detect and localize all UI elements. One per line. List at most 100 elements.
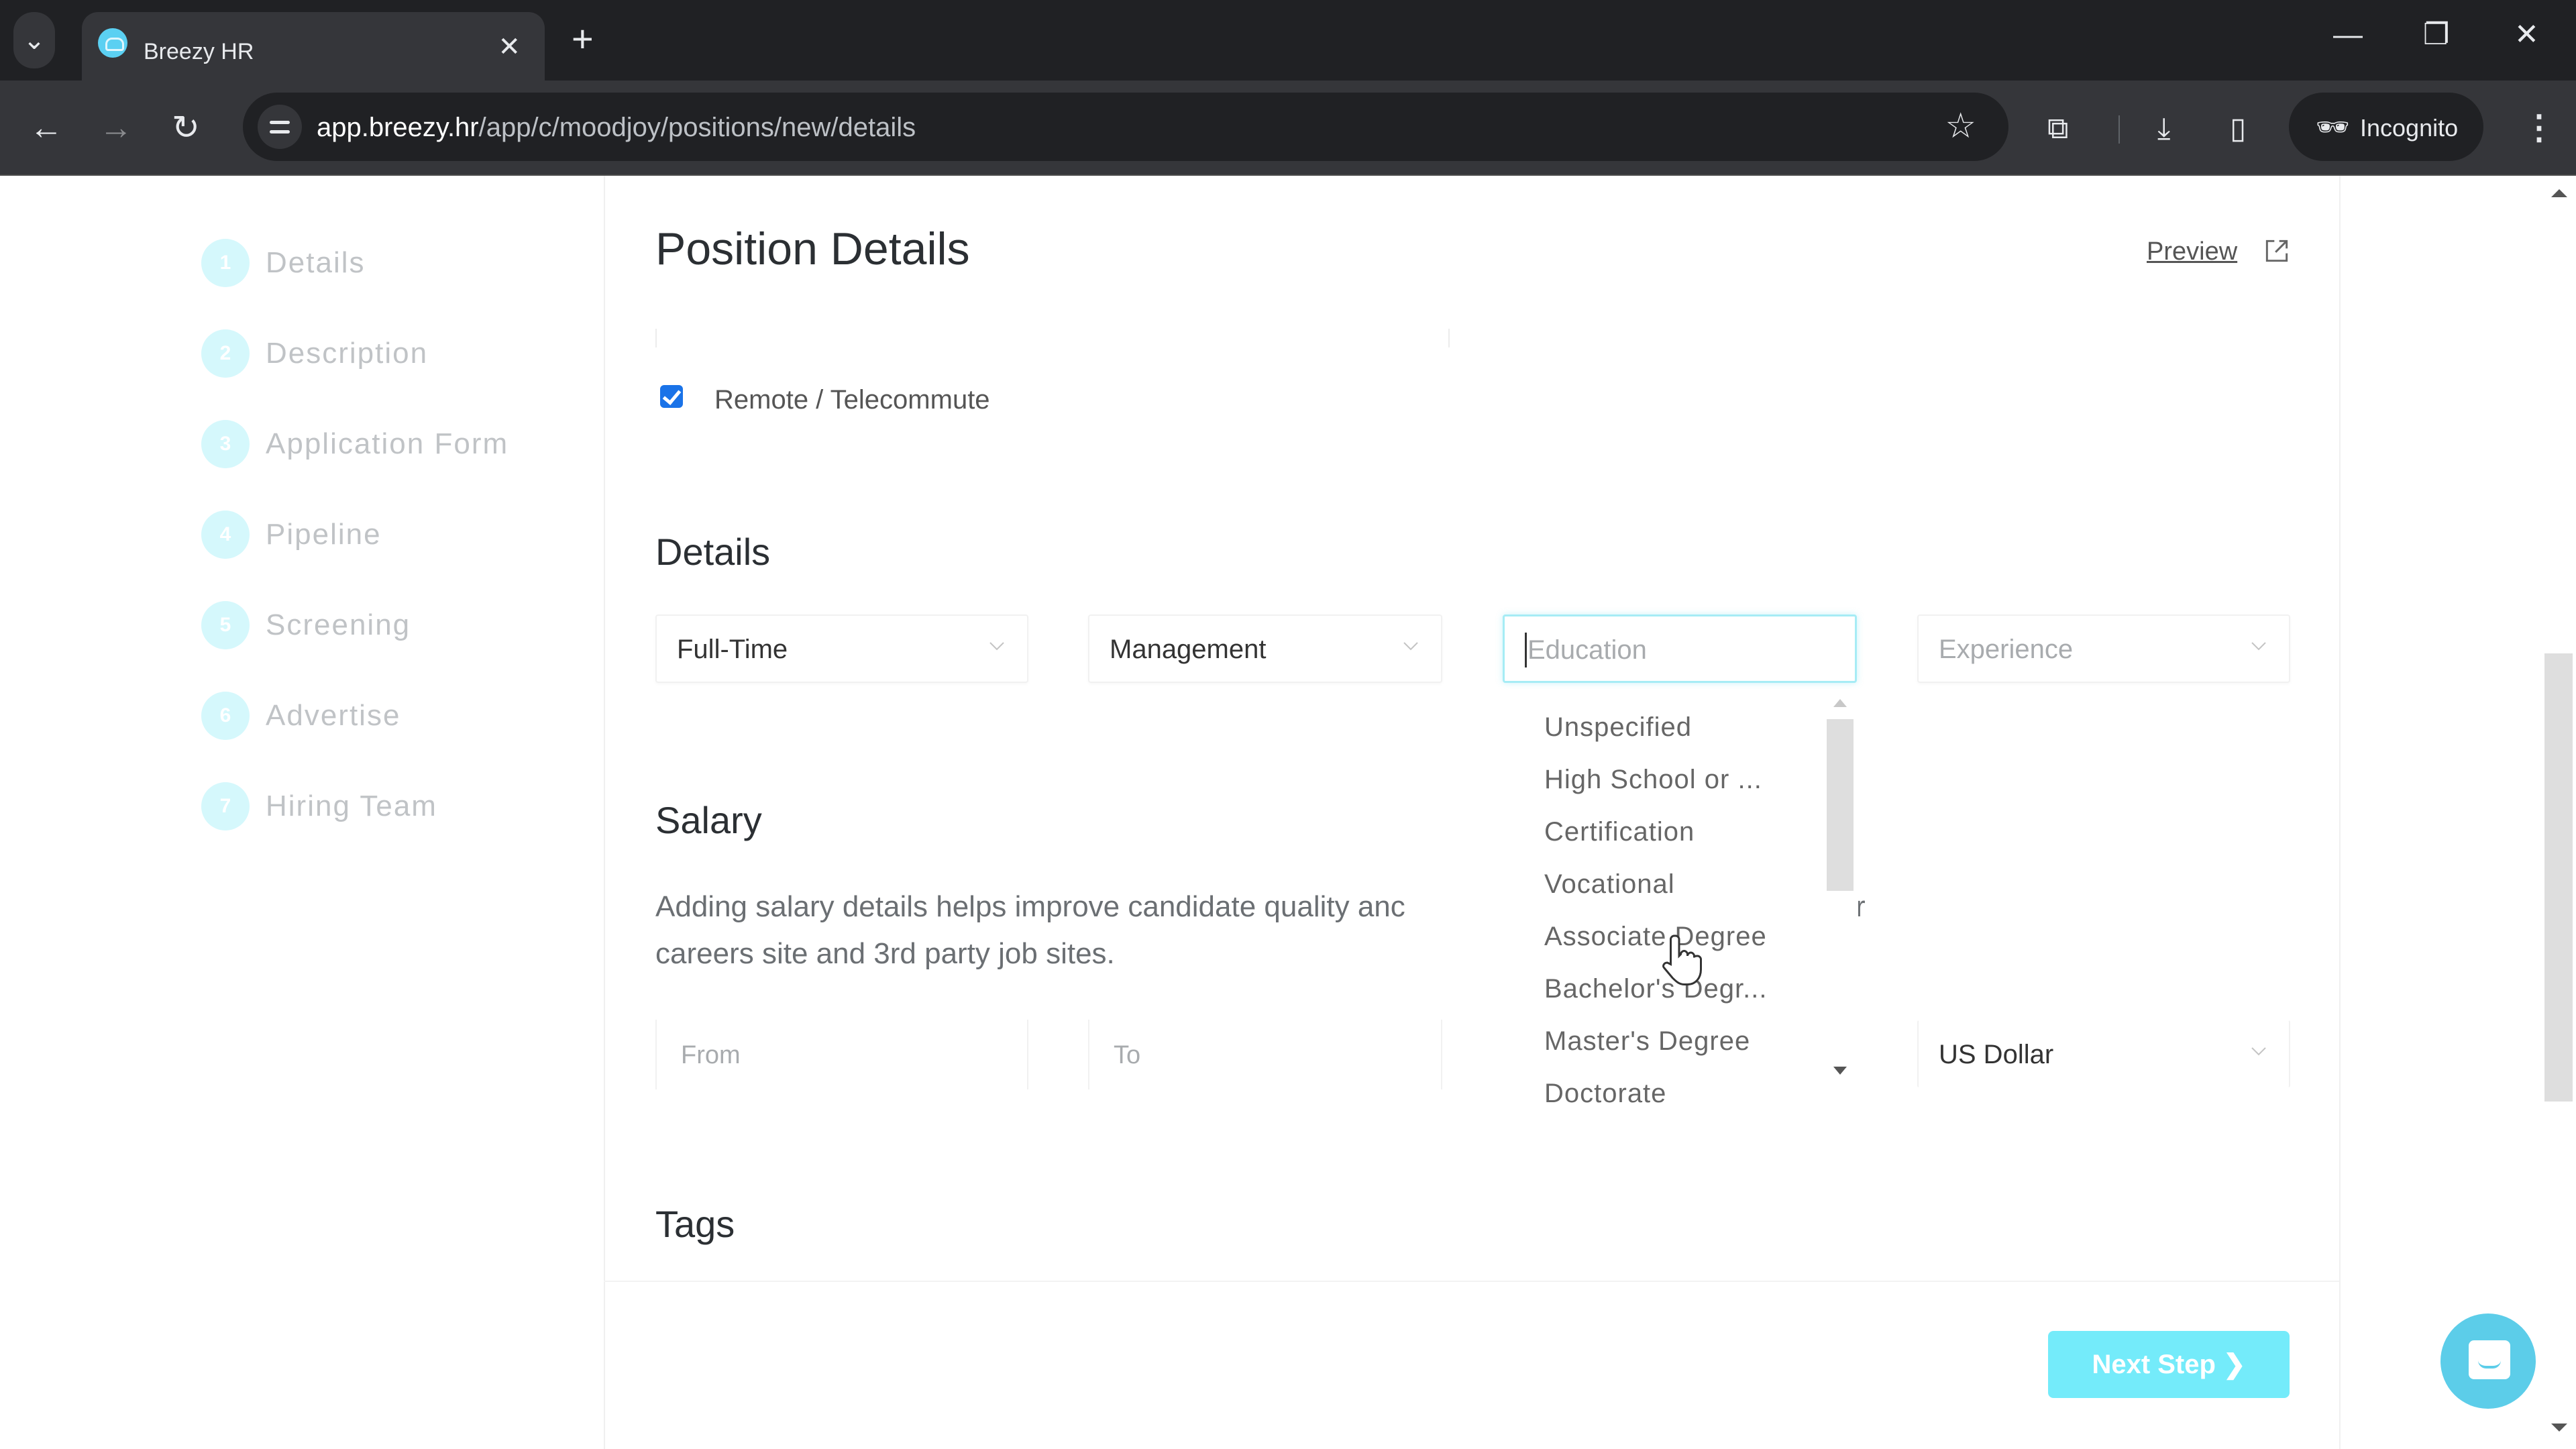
step-label: Screening — [266, 608, 411, 641]
dropdown-option[interactable]: Unspecified — [1544, 712, 1692, 743]
step-number: 4 — [201, 511, 250, 559]
page-scroll-up-icon[interactable] — [2551, 189, 2567, 197]
education-placeholder: Education — [1527, 635, 1647, 665]
incognito-icon: 🕶 — [2316, 113, 2350, 142]
step-details[interactable]: 1 Details — [201, 236, 577, 290]
step-label: Pipeline — [266, 518, 382, 551]
chevron-down-icon — [1403, 642, 1418, 651]
sidebar-divider — [604, 176, 605, 1449]
side-panel-icon[interactable]: ▯ — [2230, 113, 2246, 145]
remote-checkbox[interactable] — [660, 385, 683, 408]
dropdown-option[interactable]: Bachelor's Degr... — [1544, 974, 1767, 1004]
close-icon[interactable]: ✕ — [498, 34, 521, 60]
minimize-icon[interactable]: — — [2333, 20, 2363, 50]
close-window-icon[interactable]: ✕ — [2514, 20, 2539, 50]
step-description[interactable]: 2 Description — [201, 327, 577, 380]
step-number: 5 — [201, 601, 250, 649]
hand-cursor-icon — [1662, 934, 1702, 985]
new-tab-button[interactable]: + — [572, 20, 594, 58]
restore-icon[interactable]: ❐ — [2423, 20, 2449, 50]
breezy-favicon-icon — [98, 28, 127, 58]
step-number: 2 — [201, 329, 250, 378]
url-text[interactable]: app.breezy.hr/app/c/moodjoy/positions/ne… — [317, 113, 916, 143]
download-icon[interactable]: ⤓ — [2157, 113, 2170, 145]
step-label: Application Form — [266, 427, 509, 460]
currency-value: US Dollar — [1939, 1040, 2054, 1069]
dropdown-scroll-down-icon[interactable] — [1833, 1067, 1847, 1075]
step-advertise[interactable]: 6 Advertise — [201, 689, 577, 743]
salary-description-line1: Adding salary details helps improve cand… — [655, 890, 1405, 923]
employment-type-select[interactable]: Full-Time — [655, 614, 1028, 683]
kebab-menu-icon[interactable]: ⋮ — [2522, 107, 2556, 148]
page-content: 1 Details 2 Description 3 Application Fo… — [0, 176, 2576, 1449]
dropdown-scroll-up-icon[interactable] — [1833, 699, 1847, 707]
step-label: Hiring Team — [266, 790, 437, 822]
education-select[interactable]: Education — [1503, 614, 1857, 683]
incognito-label: Incognito — [2360, 114, 2459, 142]
salary-description-line2: careers site and 3rd party job sites. — [655, 937, 1115, 970]
step-application-form[interactable]: 3 Application Form — [201, 417, 577, 471]
tags-heading: Tags — [655, 1203, 735, 1245]
location-field-remnant — [655, 329, 1450, 347]
chat-bubble-icon — [2469, 1340, 2510, 1379]
external-link-icon[interactable] — [2262, 236, 2292, 266]
browser-toolbar: ← → ↻ app.breezy.hr/app/c/moodjoy/positi… — [0, 80, 2576, 176]
step-screening[interactable]: 5 Screening — [201, 598, 577, 652]
experience-placeholder: Experience — [1939, 635, 2074, 664]
chevron-down-icon — [2251, 1047, 2266, 1056]
tune-icon[interactable] — [258, 105, 302, 149]
salary-from-input[interactable]: From — [655, 1020, 1028, 1089]
tab-search-button[interactable]: ⌄ — [13, 12, 55, 68]
footer-divider — [604, 1281, 2339, 1282]
page-scrollbar-thumb[interactable] — [2544, 653, 2573, 1102]
category-select[interactable]: Management — [1088, 614, 1442, 683]
salary-from-placeholder: From — [681, 1041, 741, 1069]
currency-select[interactable]: US Dollar — [1917, 1020, 2290, 1088]
next-step-button[interactable]: Next Step ❯ — [2048, 1331, 2290, 1398]
step-number: 6 — [201, 692, 250, 740]
url-host: app.breezy.hr — [317, 113, 479, 142]
salary-to-placeholder: To — [1114, 1041, 1141, 1069]
text-caret — [1525, 633, 1527, 667]
star-icon[interactable]: ☆ — [1945, 107, 1976, 145]
salary-description: Adding salary details helps improve cand… — [655, 883, 1507, 977]
url-path: /app/c/moodjoy/positions/new/details — [478, 113, 916, 142]
dropdown-option[interactable]: Vocational — [1544, 869, 1675, 900]
step-number: 7 — [201, 782, 250, 830]
reload-icon[interactable]: ↻ — [172, 107, 200, 148]
step-label: Details — [266, 246, 366, 279]
chevron-down-icon — [2251, 642, 2266, 651]
remote-checkbox-label[interactable]: Remote / Telecommute — [714, 385, 990, 415]
chat-launcher-button[interactable] — [2440, 1313, 2536, 1409]
content-right-divider — [2339, 176, 2341, 1449]
browser-tab[interactable]: Breezy HR ✕ — [82, 12, 545, 80]
page-scroll-down-icon[interactable] — [2551, 1424, 2567, 1432]
education-dropdown-list[interactable]: Unspecified High School or ... Certifica… — [1503, 692, 1858, 1103]
dropdown-option[interactable]: Certification — [1544, 817, 1695, 847]
back-icon[interactable]: ← — [30, 107, 63, 148]
employment-type-value: Full-Time — [677, 635, 788, 664]
incognito-profile-button[interactable]: 🕶 Incognito — [2289, 93, 2483, 161]
dropdown-option[interactable]: Master's Degree — [1544, 1026, 1750, 1057]
forward-icon[interactable]: → — [99, 107, 133, 148]
category-value: Management — [1110, 635, 1267, 664]
address-bar[interactable]: app.breezy.hr/app/c/moodjoy/positions/ne… — [243, 93, 2008, 161]
preview-link[interactable]: Preview — [2147, 237, 2237, 266]
experience-select[interactable]: Experience — [1917, 614, 2290, 683]
toolbar-divider — [2118, 115, 2120, 144]
details-heading: Details — [655, 531, 771, 573]
dropdown-option[interactable]: Doctorate — [1544, 1079, 1666, 1103]
step-label: Description — [266, 337, 429, 370]
step-hiring-team[interactable]: 7 Hiring Team — [201, 780, 577, 833]
dropdown-scrollbar-thumb[interactable] — [1827, 719, 1854, 891]
dropdown-option[interactable]: Associate Degree — [1544, 922, 1767, 952]
step-number: 1 — [201, 239, 250, 287]
salary-heading: Salary — [655, 799, 762, 841]
salary-to-input[interactable]: To — [1088, 1020, 1442, 1089]
chevron-down-icon: ⌄ — [23, 25, 46, 55]
step-label: Advertise — [266, 699, 401, 732]
step-pipeline[interactable]: 4 Pipeline — [201, 508, 577, 561]
puzzle-icon[interactable]: ⧉ — [2047, 113, 2068, 145]
dropdown-option[interactable]: High School or ... — [1544, 765, 1762, 795]
browser-tab-strip: ⌄ Breezy HR ✕ + — ❐ ✕ — [0, 0, 2576, 80]
